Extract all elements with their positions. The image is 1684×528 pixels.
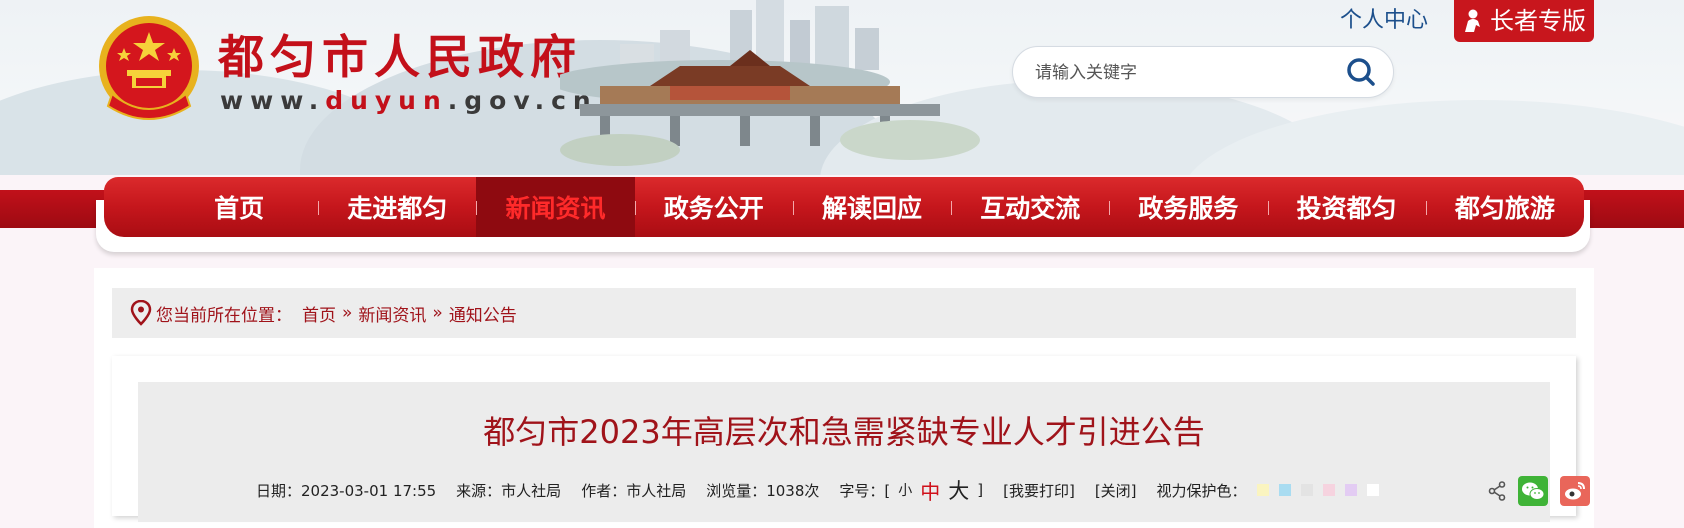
nav-item-investment[interactable]: 投资都匀: [1267, 177, 1426, 237]
article-source: 来源：市人社局: [456, 481, 562, 500]
nav-item-services[interactable]: 政务服务: [1109, 177, 1267, 237]
article-meta: 日期：2023-03-01 17:55 来源：市人社局 作者：市人社局 浏览量：…: [256, 475, 1379, 505]
elder-mode-button[interactable]: 长者专版: [1454, 0, 1594, 42]
article-views: 浏览量：1038次: [706, 481, 820, 500]
search-input[interactable]: [1033, 59, 1337, 87]
breadcrumb-news[interactable]: 新闻资讯: [358, 301, 426, 326]
breadcrumb-label: 您当前所在位置：: [156, 305, 292, 326]
font-size-large[interactable]: 大: [948, 475, 969, 505]
article-date: 日期：2023-03-01 17:55: [256, 481, 437, 500]
eye-care-swatch-pink[interactable]: [1322, 484, 1335, 496]
search-icon[interactable]: [1345, 56, 1377, 88]
breadcrumb-separator: »: [342, 303, 353, 323]
eye-care-swatch-gray[interactable]: [1300, 484, 1313, 496]
nav-item-home[interactable]: 首页: [160, 177, 318, 237]
article-title: 都匀市2023年高层次和急需紧缺专业人才引进公告: [483, 413, 1205, 451]
location-pin-icon: [130, 300, 152, 326]
nav-item-tourism[interactable]: 都匀旅游: [1425, 177, 1584, 237]
share-bar: [1488, 476, 1590, 506]
breadcrumb-home[interactable]: 首页: [302, 301, 336, 326]
share-icon[interactable]: [1488, 481, 1506, 501]
article-header: 都匀市2023年高层次和急需紧缺专业人才引进公告 日期：2023-03-01 1…: [138, 382, 1590, 522]
search-box: [1012, 46, 1394, 98]
eye-care-swatch-blue[interactable]: [1278, 484, 1291, 496]
nav-item-interaction[interactable]: 互动交流: [951, 177, 1109, 237]
eye-care-label: 视力保护色：: [1156, 481, 1247, 500]
nav-item-gov-open[interactable]: 政务公开: [634, 177, 793, 237]
font-size-small[interactable]: 小: [898, 480, 912, 500]
url-highlight: duyun: [325, 86, 448, 115]
main-nav: 首页 走进都匀 新闻资讯 政务公开 解读回应 互动交流 政务服务 投资都匀 都匀…: [104, 177, 1584, 237]
eye-care-swatch-white[interactable]: [1366, 484, 1379, 496]
breadcrumb: 您当前所在位置： 首页 » 新闻资讯 » 通知公告: [112, 288, 1576, 338]
nav-item-news[interactable]: 新闻资讯: [476, 177, 635, 237]
nav-item-about[interactable]: 走进都匀: [318, 177, 476, 237]
personal-center-link[interactable]: 个人中心: [1340, 6, 1428, 36]
breadcrumb-separator: »: [432, 303, 443, 323]
city-scene-illustration: [560, 0, 980, 166]
elder-person-icon: [1465, 9, 1480, 32]
url-prefix: www.: [220, 86, 326, 115]
eye-care-swatches: [1256, 484, 1379, 496]
font-size-label: 字号：[: [839, 481, 891, 500]
print-link[interactable]: [我要打印]: [1003, 480, 1075, 501]
site-url: www.duyun.gov.cn: [220, 86, 598, 116]
eye-care-swatch-yellow[interactable]: [1256, 484, 1269, 496]
breadcrumb-notices[interactable]: 通知公告: [449, 301, 517, 326]
close-link[interactable]: [关闭]: [1095, 480, 1137, 501]
article-author: 作者：市人社局: [581, 481, 687, 500]
font-size-bracket-close: ]: [977, 481, 984, 499]
font-size-medium[interactable]: 中: [920, 476, 940, 505]
elder-mode-label: 长者专版: [1490, 7, 1586, 35]
site-name: 都匀市人民政府: [218, 30, 582, 84]
font-size-control: 字号：[ 小 中 大 ]: [839, 475, 983, 505]
nav-item-interpretation[interactable]: 解读回应: [792, 177, 951, 237]
wechat-icon[interactable]: [1518, 476, 1548, 506]
weibo-icon[interactable]: [1560, 476, 1590, 506]
eye-care-swatch-purple[interactable]: [1344, 484, 1357, 496]
national-emblem-logo: [99, 16, 199, 120]
article-panel: 都匀市2023年高层次和急需紧缺专业人才引进公告 日期：2023-03-01 1…: [112, 356, 1590, 522]
